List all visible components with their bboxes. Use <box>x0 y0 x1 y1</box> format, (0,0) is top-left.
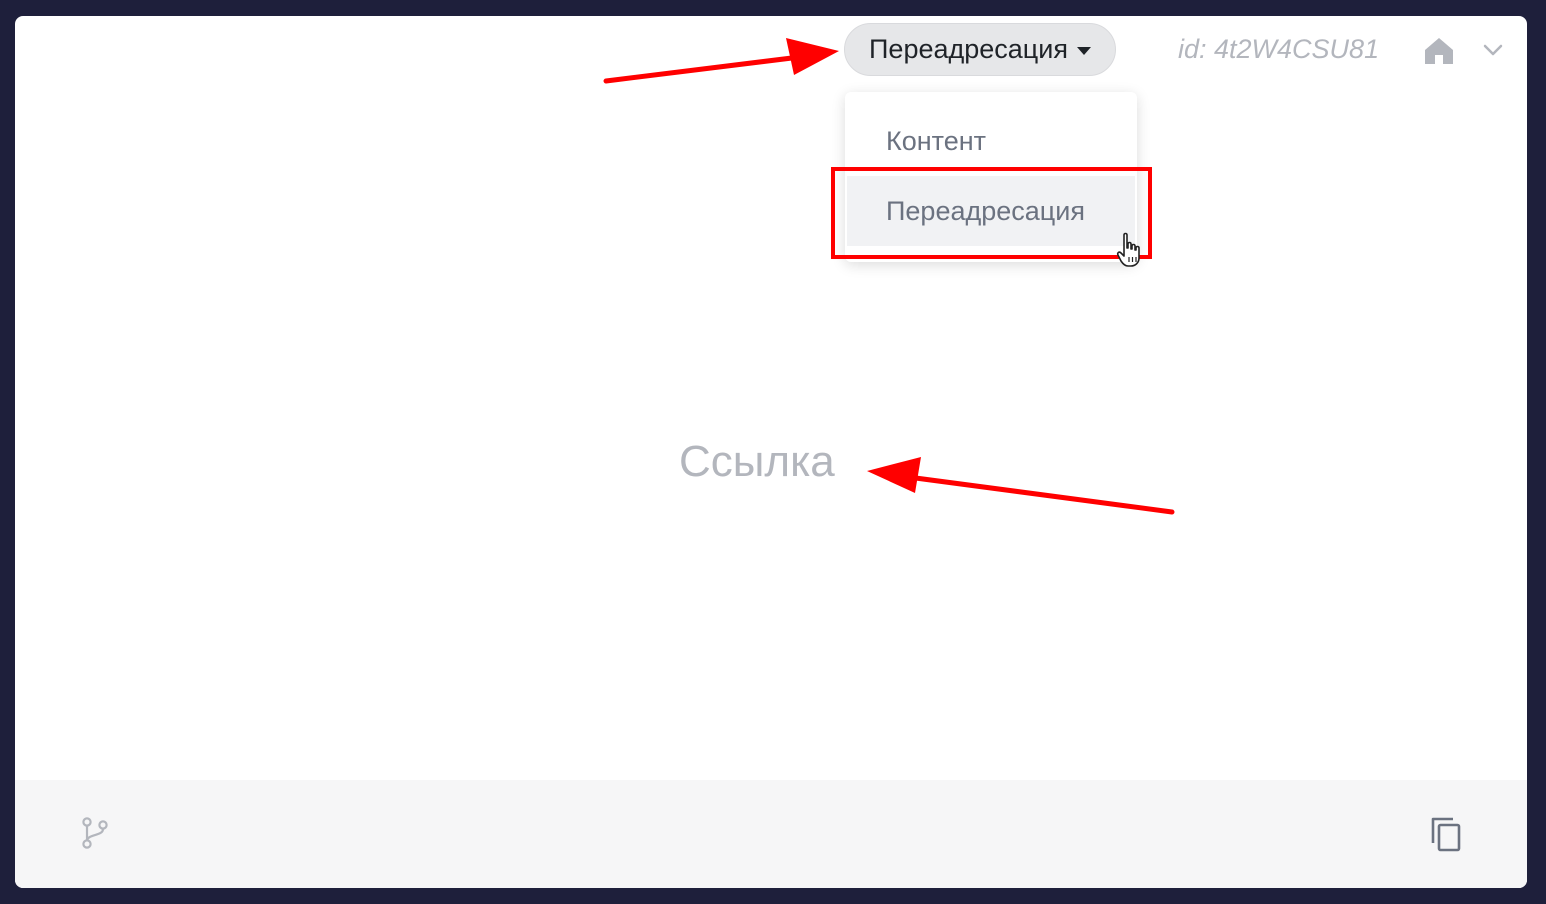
block-id-label: id: 4t2W4CSU81 <box>1178 34 1380 64</box>
mode-dropdown-label: Переадресация <box>869 34 1068 64</box>
branch-icon[interactable] <box>79 816 111 850</box>
dropdown-item-label: Контент <box>886 125 987 156</box>
editor-panel: Переадресация id: 4t2W4CSU81 Контент Пер… <box>15 16 1527 888</box>
hand-cursor-icon <box>1116 232 1140 267</box>
arrow-to-link-placeholder <box>867 457 1175 515</box>
dropdown-item-redirect[interactable]: Переадресация <box>847 176 1135 246</box>
dropdown-item-label: Переадресация <box>886 195 1085 226</box>
arrow-to-mode-button <box>603 38 839 84</box>
mode-dropdown-menu: Контент Переадресация <box>845 92 1137 262</box>
editor-footer <box>15 780 1527 888</box>
caret-down-icon <box>1076 46 1091 55</box>
copy-icon[interactable] <box>1429 815 1463 853</box>
mode-dropdown-button[interactable]: Переадресация <box>844 23 1116 76</box>
link-placeholder[interactable]: Ссылка <box>679 437 835 487</box>
dropdown-item-content[interactable]: Контент <box>845 106 1137 176</box>
home-icon[interactable] <box>1422 36 1456 66</box>
chevron-down-icon[interactable] <box>1481 40 1505 60</box>
